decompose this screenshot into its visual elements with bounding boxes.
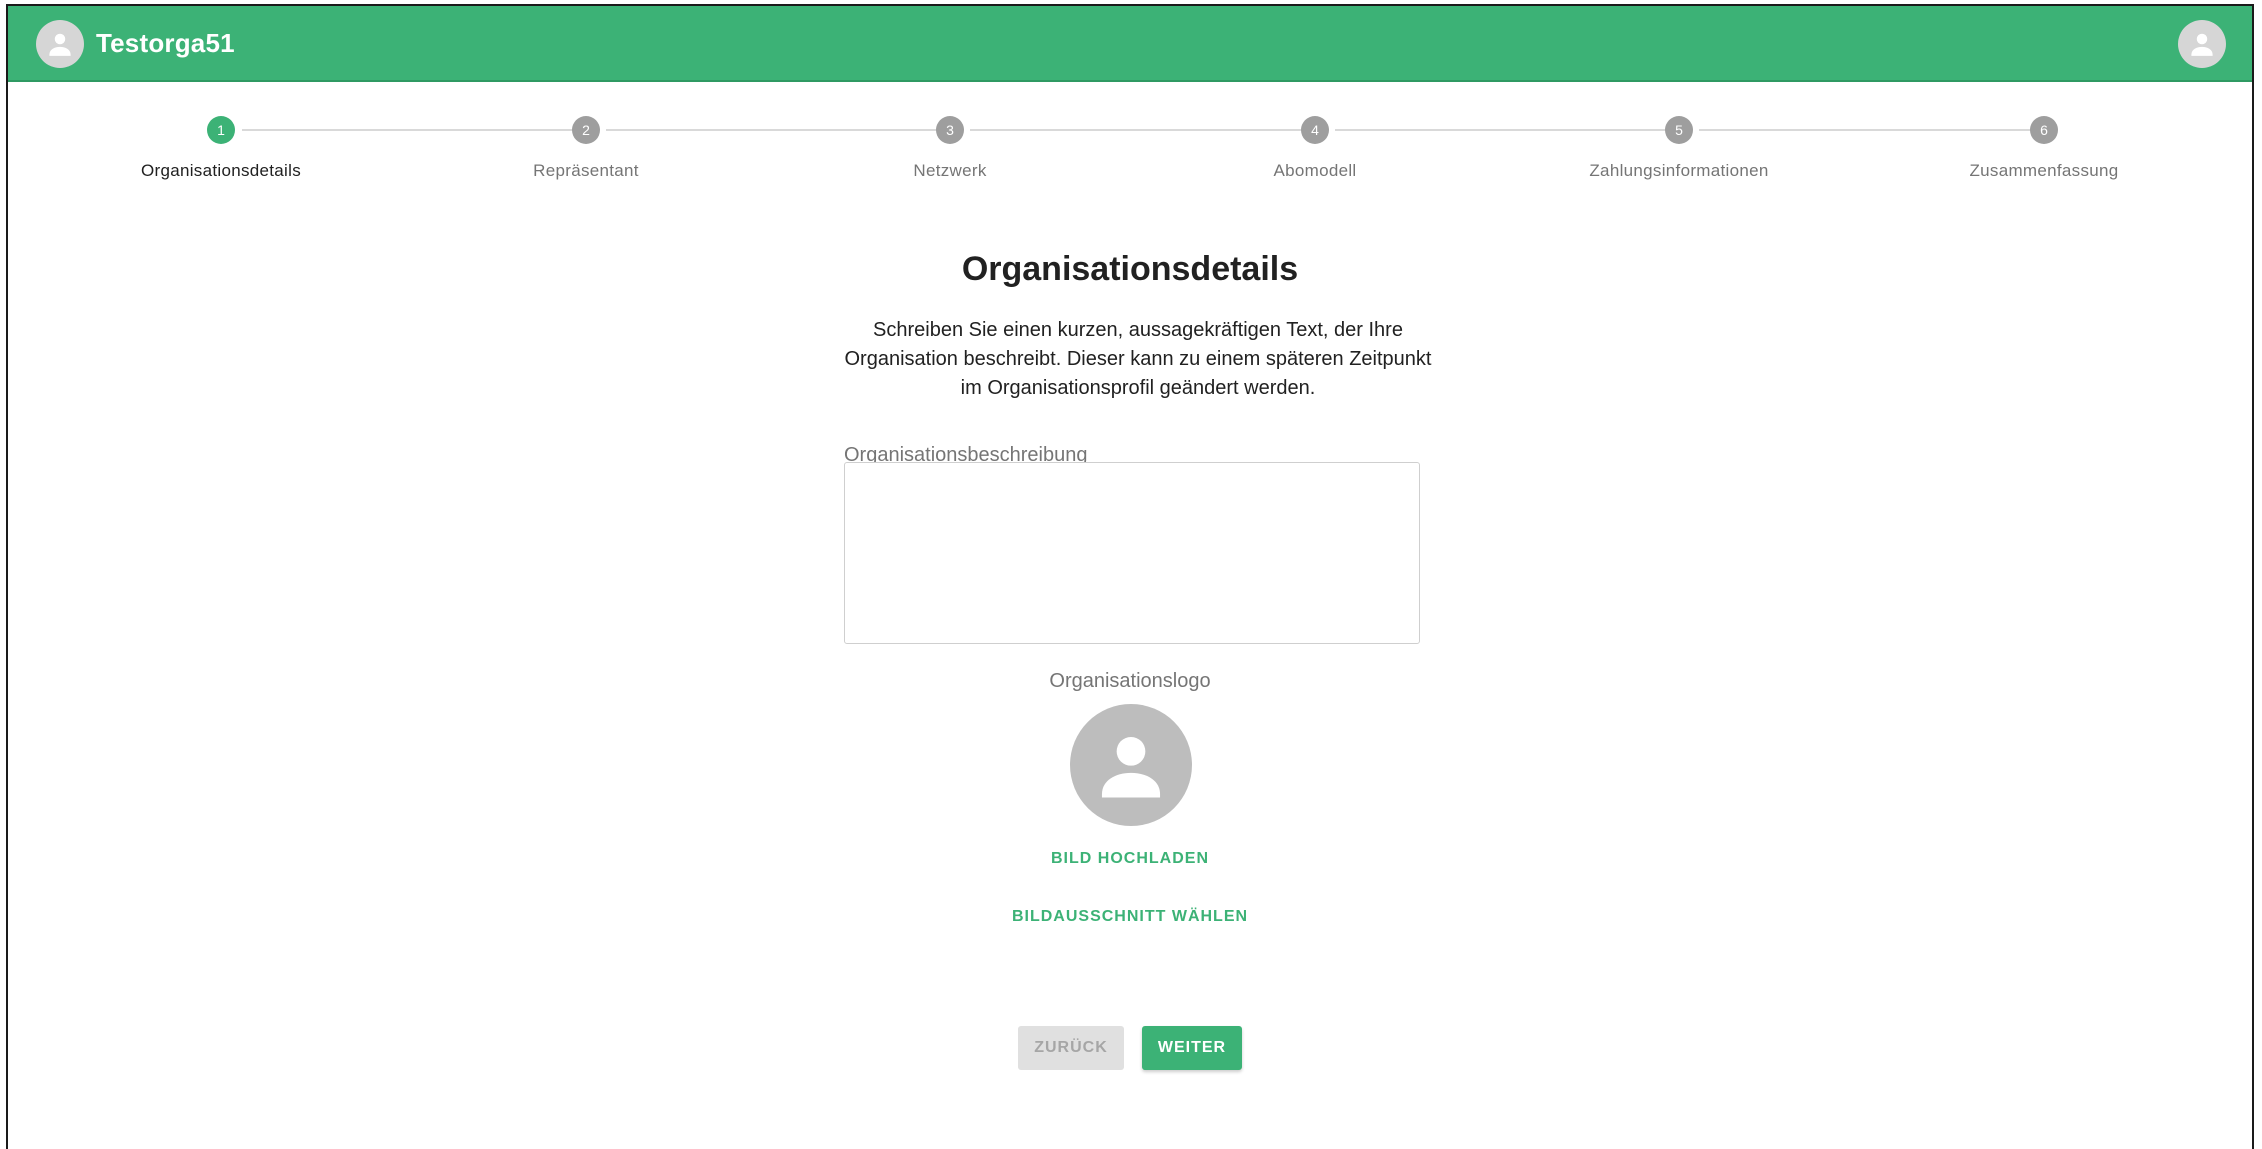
org-name: Testorga51 [96,28,235,58]
logo-avatar [1070,704,1192,826]
step-zusammenfassung[interactable]: 6 Zusammenfassung [1864,110,2224,181]
description-textarea[interactable] [844,462,1420,644]
step-zahlungsinformationen[interactable]: 5 Zahlungsinformationen [1499,110,1859,181]
step-organisationsdetails[interactable]: 1 Organisationsdetails [41,110,401,181]
stepper: 1 Organisationsdetails 2 Repräsentant 3 … [8,110,2252,190]
step-label: Abomodell [1273,161,1357,180]
step-number: 5 [1665,116,1693,144]
step-number: 3 [936,116,964,144]
step-number: 6 [2030,116,2058,144]
person-icon [49,33,71,56]
step-netzwerk[interactable]: 3 Netzwerk [770,110,1130,181]
logo-label: Organisationslogo [1049,670,1211,692]
step-label: Zusammenfassung [1969,161,2119,180]
crop-image-wrapper: BILDAUSSCHNITT WÄHLEN [8,908,2252,926]
org-avatar[interactable] [36,20,84,68]
step-label: Netzwerk [913,161,987,180]
user-avatar[interactable] [2178,20,2226,68]
step-repraesentant[interactable]: 2 Repräsentant [406,110,766,181]
app-window: Testorga51 1 Organisationsdetails 2 Repr… [6,4,2254,1149]
app-bar: Testorga51 [8,6,2252,82]
step-number: 2 [572,116,600,144]
next-button[interactable]: WEITER [1142,1026,1242,1070]
person-icon [1101,736,1161,798]
step-number: 4 [1301,116,1329,144]
page-title: Organisationsdetails [961,250,1299,288]
crop-image-button[interactable]: BILDAUSSCHNITT WÄHLEN [1002,902,1258,931]
person-icon [2191,33,2213,56]
intro-text: Schreiben Sie einen kurzen, aussagekräft… [844,319,1432,399]
back-button[interactable]: ZURÜCK [1018,1026,1124,1070]
step-label: Repräsentant [533,161,639,180]
step-label: Zahlungsinformationen [1589,161,1769,180]
upload-image-wrapper: BILD HOCHLADEN [8,850,2252,868]
step-label: Organisationsdetails [140,161,302,180]
upload-image-button[interactable]: BILD HOCHLADEN [1041,844,1219,873]
step-abomodell[interactable]: 4 Abomodell [1135,110,1495,181]
step-number: 1 [207,116,235,144]
